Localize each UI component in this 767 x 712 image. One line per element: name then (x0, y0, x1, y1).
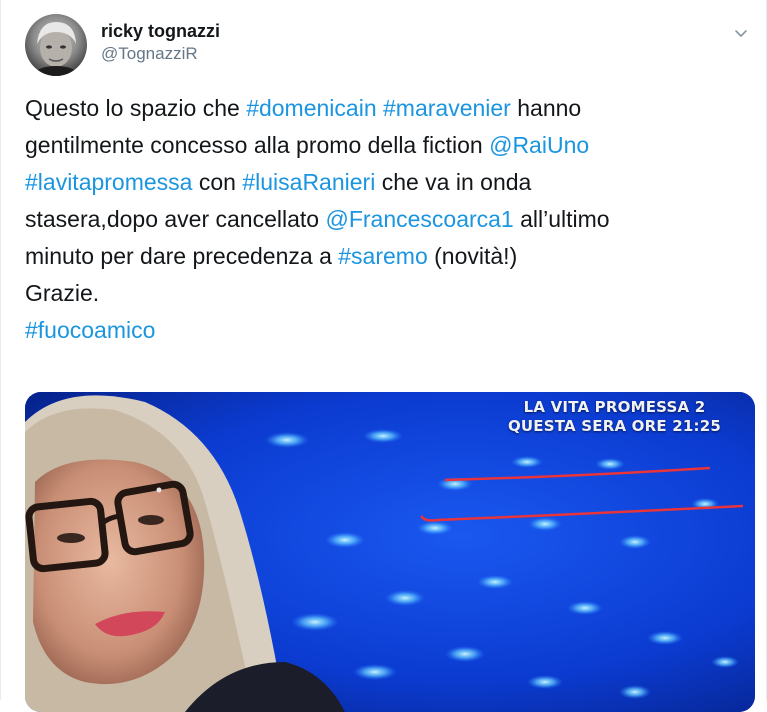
tweet-text-line: stasera,dopo aver cancellato @Francescoa… (25, 201, 750, 238)
tweet-text-segment: Grazie. (25, 280, 100, 306)
author-display-name[interactable]: ricky tognazzi (101, 19, 220, 43)
tweet-text: Questo lo spazio che #domenicain #marave… (25, 90, 750, 349)
tweet-media-image[interactable]: LA VITA PROMESSA 2 QUESTA SERA ORE 21:25 (25, 392, 755, 712)
tweet-text-segment: gentilmente concesso alla promo della fi… (25, 132, 490, 158)
avatar[interactable] (25, 14, 87, 76)
chevron-down-icon[interactable] (732, 24, 750, 42)
overlay-title: LA VITA PROMESSA 2 (523, 398, 706, 416)
hashtag-link[interactable]: #maravenier (383, 95, 511, 121)
tweet-text-segment: con (192, 169, 243, 195)
tweet-text-line: Grazie. (25, 275, 750, 312)
mention-link[interactable]: @RaiUno (489, 132, 589, 158)
hashtag-link[interactable]: #luisaRanieri (242, 169, 375, 195)
tweet-text-line: #lavitapromessa con #luisaRanieri che va… (25, 164, 750, 201)
tweet-text-segment: stasera,dopo aver cancellato (25, 206, 326, 232)
mention-link[interactable]: @Francescoarca1 (325, 206, 513, 232)
overlay-time: QUESTA SERA ORE 21:25 (507, 417, 721, 435)
tweet-card[interactable]: ricky tognazzi @TognazziR Questo lo spaz… (0, 0, 767, 712)
tweet-text-line: gentilmente concesso alla promo della fi… (25, 127, 750, 164)
tweet-text-segment: minuto per dare precedenza a (25, 243, 339, 269)
tweet-text-segment: che va in onda (375, 169, 532, 195)
tweet-text-segment: Questo lo spazio che (25, 95, 247, 121)
tweet-text-segment: all’ultimo (513, 206, 610, 232)
author-handle[interactable]: @TognazziR (101, 43, 220, 65)
hashtag-link[interactable]: #saremo (338, 243, 427, 269)
tweet-header: ricky tognazzi @TognazziR (25, 14, 220, 76)
hashtag-link[interactable]: #fuocoamico (25, 317, 155, 343)
hashtag-link[interactable]: #domenicain (246, 95, 376, 121)
hashtag-link[interactable]: #lavitapromessa (25, 169, 192, 195)
tweet-text-segment: hanno (510, 95, 582, 121)
tweet-text-line: Questo lo spazio che #domenicain #marave… (25, 90, 750, 127)
media-overlay-caption: LA VITA PROMESSA 2 QUESTA SERA ORE 21:25 (508, 398, 721, 436)
tweet-text-line: minuto per dare precedenza a #saremo (no… (25, 238, 750, 275)
tweet-text-segment: (novità!) (427, 243, 518, 269)
author-names: ricky tognazzi @TognazziR (101, 19, 220, 65)
tweet-text-line: #fuocoamico (25, 312, 750, 349)
